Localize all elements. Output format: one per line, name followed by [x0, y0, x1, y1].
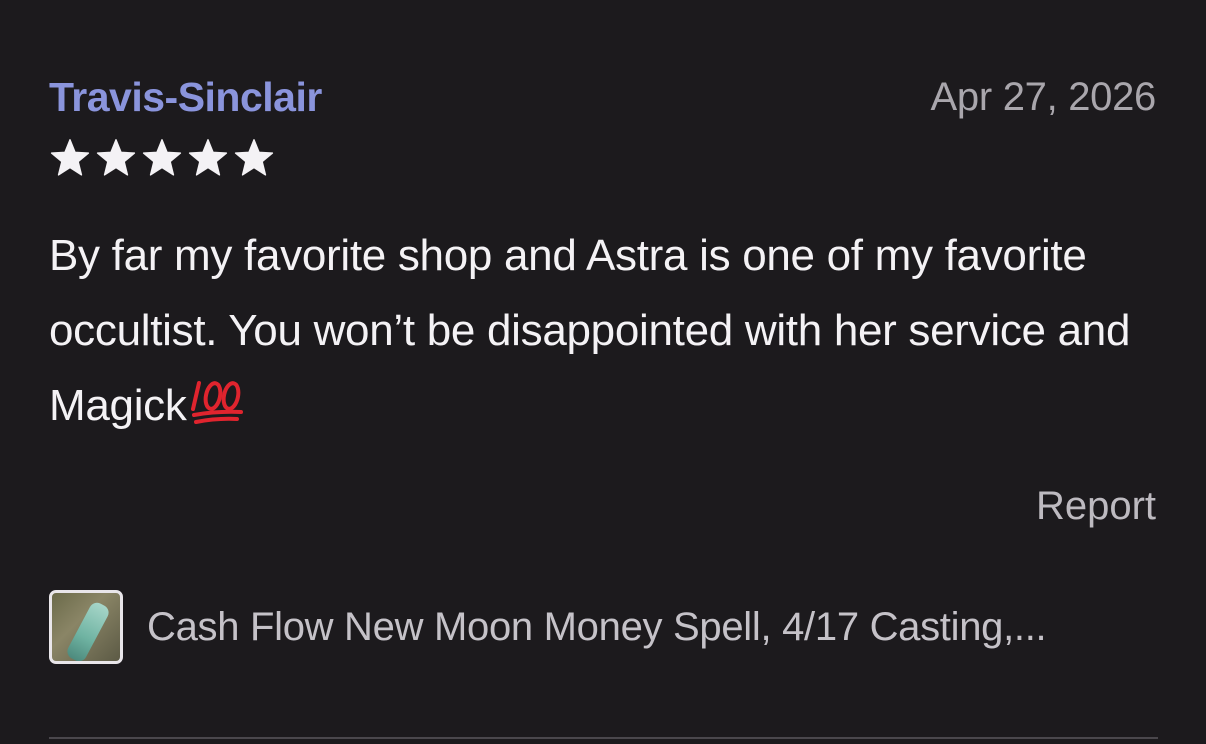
hundred-points-icon: [190, 381, 243, 425]
review-body: By far my favorite shop and Astra is one…: [49, 218, 1169, 443]
listing-title: Cash Flow New Moon Money Spell, 4/17 Cas…: [147, 604, 1047, 649]
report-link[interactable]: Report: [1036, 484, 1156, 529]
star-icon: [234, 139, 274, 176]
reviewer-username[interactable]: Travis-Sinclair: [49, 74, 322, 121]
listing-link[interactable]: Cash Flow New Moon Money Spell, 4/17 Cas…: [49, 590, 1166, 664]
star-icon: [50, 139, 90, 176]
star-icon: [188, 139, 228, 176]
star-icon: [142, 139, 182, 176]
review-card: Travis-Sinclair Apr 27, 2026 By far my f…: [0, 0, 1206, 744]
divider: [49, 737, 1158, 739]
star-icon: [96, 139, 136, 176]
star-rating: [49, 138, 275, 178]
review-date: Apr 27, 2026: [930, 75, 1157, 119]
listing-thumbnail: [49, 590, 123, 664]
